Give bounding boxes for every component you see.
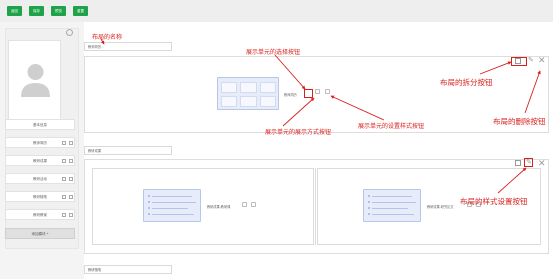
arrow-delete-button <box>524 70 541 114</box>
arrow-layout-name <box>100 38 105 45</box>
annotation-arrows <box>100 38 541 194</box>
arrow-display-mode-button <box>282 97 315 127</box>
arrow-split-button <box>479 61 512 75</box>
arrow-style-button <box>330 95 385 121</box>
arrow-select-button <box>274 54 306 90</box>
arrow-layout-style-button <box>497 167 527 194</box>
